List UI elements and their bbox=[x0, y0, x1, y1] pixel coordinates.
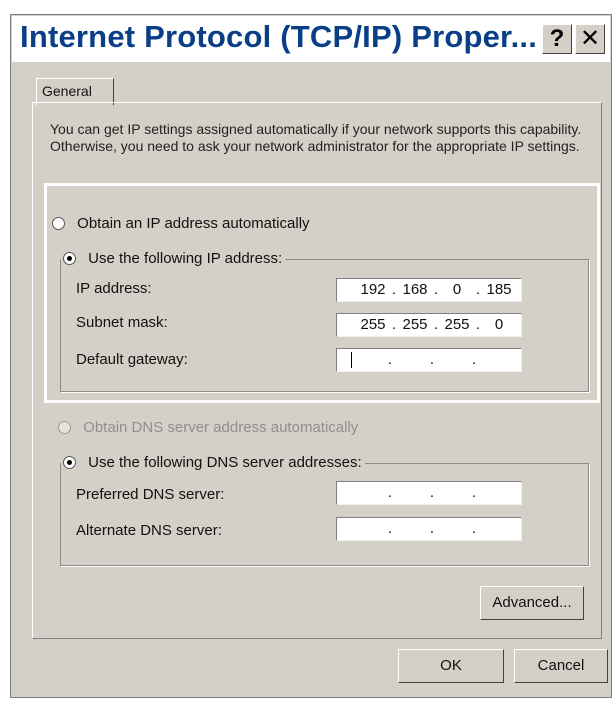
ip-address-field[interactable]: 192 . 168 . 0 . 185 bbox=[336, 278, 522, 302]
octet-separator: . bbox=[433, 316, 439, 333]
obtain-dns-automatically-label: Obtain DNS server address automatically bbox=[83, 419, 359, 436]
use-following-ip-label: Use the following IP address: bbox=[88, 250, 283, 267]
obtain-ip-automatically-label: Obtain an IP address automatically bbox=[77, 215, 310, 232]
close-button[interactable]: ✕ bbox=[575, 24, 605, 54]
octet-separator: . bbox=[387, 484, 393, 501]
tab-strip: General bbox=[16, 66, 606, 105]
octet-separator: . bbox=[471, 520, 477, 537]
window-title: Internet Protocol (TCP/IP) Proper... bbox=[20, 19, 538, 54]
advanced-button[interactable]: Advanced... bbox=[480, 586, 584, 620]
octet-separator: . bbox=[429, 484, 435, 501]
obtain-dns-automatically-radio[interactable] bbox=[58, 421, 71, 434]
use-following-dns-option[interactable]: Use the following DNS server addresses: bbox=[61, 453, 365, 473]
octet-separator: . bbox=[391, 281, 397, 298]
octet-separator: . bbox=[471, 484, 477, 501]
title-bar[interactable]: Internet Protocol (TCP/IP) Proper... ? ✕ bbox=[12, 16, 610, 62]
use-following-ip-radio[interactable] bbox=[63, 252, 76, 265]
dns-server-group: Use the following DNS server addresses: bbox=[60, 453, 590, 567]
intro-text: You can get IP settings assigned automat… bbox=[50, 121, 582, 154]
use-following-dns-label: Use the following DNS server addresses: bbox=[88, 454, 362, 471]
ip-address-label: IP address: bbox=[76, 280, 152, 297]
octet-separator: . bbox=[387, 520, 393, 537]
subnet-mask-octet-3: 255 bbox=[444, 316, 470, 333]
subnet-mask-label: Subnet mask: bbox=[76, 314, 168, 331]
ip-address-octet-3: 0 bbox=[452, 281, 462, 298]
obtain-ip-automatically-radio[interactable] bbox=[52, 217, 65, 230]
octet-separator: . bbox=[471, 351, 477, 368]
tab-general[interactable]: General bbox=[36, 78, 114, 105]
octet-separator: . bbox=[391, 316, 397, 333]
subnet-mask-octet-2: 255 bbox=[402, 316, 428, 333]
cancel-button[interactable]: Cancel bbox=[514, 649, 608, 683]
use-following-ip-option[interactable]: Use the following IP address: bbox=[61, 249, 286, 269]
octet-separator: . bbox=[475, 281, 481, 298]
subnet-mask-octet-1: 255 bbox=[360, 316, 386, 333]
default-gateway-label: Default gateway: bbox=[76, 351, 188, 368]
text-caret bbox=[351, 352, 352, 368]
octet-separator: . bbox=[433, 281, 439, 298]
obtain-dns-automatically-option[interactable]: Obtain DNS server address automatically bbox=[58, 418, 358, 438]
ip-address-octet-4: 185 bbox=[486, 281, 512, 298]
octet-separator: . bbox=[429, 520, 435, 537]
help-button[interactable]: ? bbox=[542, 24, 572, 54]
octet-separator: . bbox=[475, 316, 481, 333]
alternate-dns-field[interactable]: . . . bbox=[336, 517, 522, 541]
alternate-dns-label: Alternate DNS server: bbox=[76, 522, 222, 539]
ip-address-octet-2: 168 bbox=[402, 281, 428, 298]
octet-separator: . bbox=[387, 351, 393, 368]
default-gateway-field[interactable]: . . . bbox=[336, 348, 522, 372]
use-following-dns-radio[interactable] bbox=[63, 456, 76, 469]
obtain-ip-automatically-option[interactable]: Obtain an IP address automatically bbox=[52, 214, 310, 234]
octet-separator: . bbox=[429, 351, 435, 368]
subnet-mask-octet-4: 0 bbox=[494, 316, 504, 333]
preferred-dns-label: Preferred DNS server: bbox=[76, 486, 225, 503]
preferred-dns-field[interactable]: . . . bbox=[336, 481, 522, 505]
subnet-mask-field[interactable]: 255 . 255 . 255 . 0 bbox=[336, 313, 522, 337]
ok-button[interactable]: OK bbox=[398, 649, 504, 683]
ip-address-octet-1: 192 bbox=[360, 281, 386, 298]
